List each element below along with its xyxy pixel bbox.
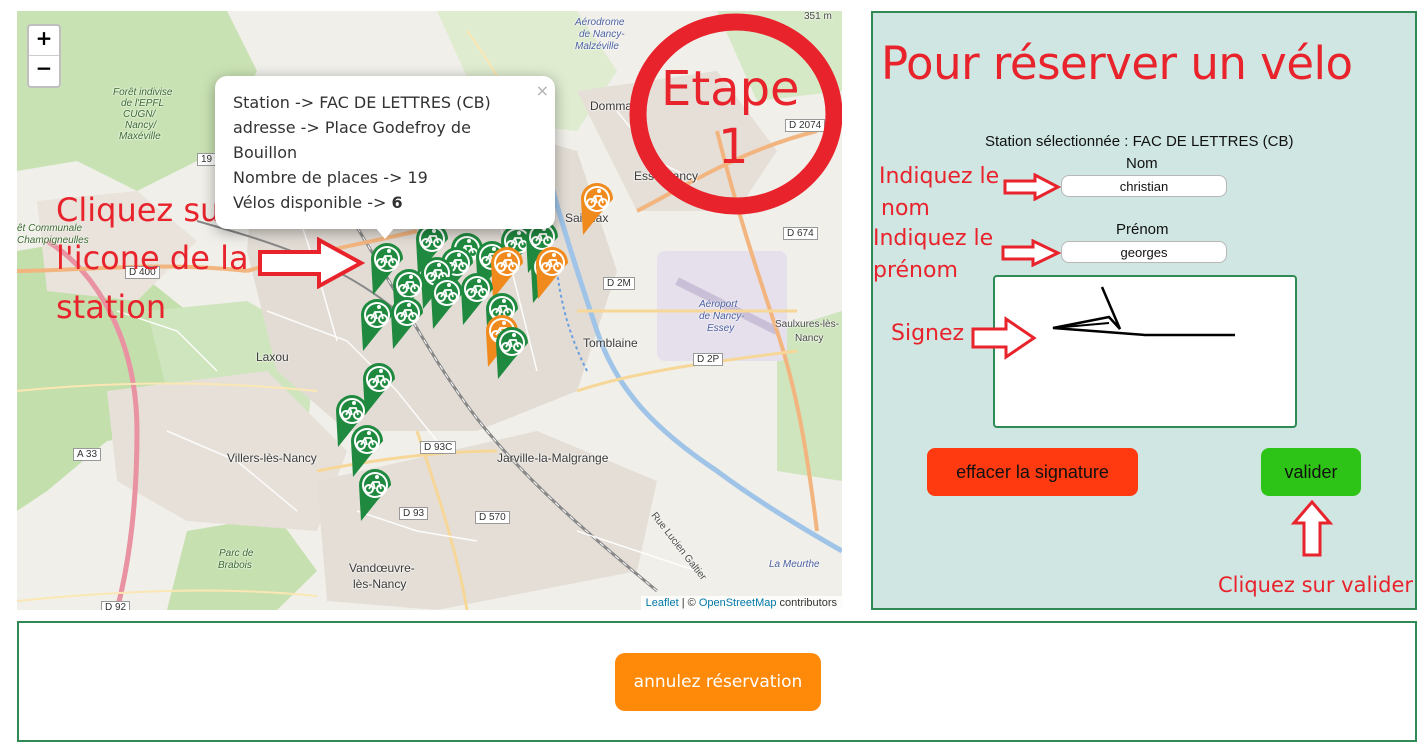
- station-marker-icon[interactable]: [387, 293, 427, 351]
- station-marker-empty-icon[interactable]: [532, 243, 572, 301]
- panel-title: Pour réserver un vélo: [881, 37, 1353, 90]
- place-label-vandoeuvre-2: lès-Nancy: [353, 577, 407, 591]
- popup-places-line: Nombre de places -> 19: [233, 168, 428, 187]
- place-label-saulxures-2: Nancy: [795, 333, 824, 344]
- zoom-in-button[interactable]: +: [29, 26, 59, 56]
- reservation-panel: Pour réserver un vélo Station sélectionn…: [871, 11, 1417, 610]
- place-label-parc-2: Brabois: [218, 560, 252, 571]
- validate-button[interactable]: valider: [1261, 448, 1361, 496]
- arrow-right-icon: [971, 316, 1037, 360]
- popup-bikes-line: Vélos disponible -> 6: [233, 190, 537, 215]
- arrow-right-icon: [258, 237, 365, 289]
- place-label-foret-3: CUGN/: [123, 109, 156, 120]
- popup-tip: [375, 227, 395, 239]
- road-label-d570: D 570: [475, 511, 510, 524]
- place-label-foret-5: Maxéville: [119, 131, 161, 142]
- reservation-footer: annulez réservation: [17, 621, 1417, 742]
- place-label-tomblaine: Tomblaine: [583, 336, 638, 350]
- place-label-aeroport-1: Aéroport: [699, 299, 738, 310]
- place-label-laxou: Laxou: [256, 350, 289, 364]
- attribution-separator: | ©: [678, 597, 699, 609]
- place-label-aerodrome-2: de Nancy-: [579, 29, 625, 40]
- arrow-up-icon: [1290, 499, 1334, 557]
- signature-canvas[interactable]: [993, 275, 1297, 428]
- place-label-foret-4: Nancy/: [125, 120, 157, 131]
- place-label-aerodrome-1: Aérodrome: [575, 17, 625, 28]
- road-label-a33: A 33: [73, 448, 102, 461]
- leaflet-link[interactable]: Leaflet: [646, 597, 679, 609]
- map-attribution: Leaflet | © OpenStreetMap contributors: [640, 596, 842, 610]
- instruction-sign: Signez: [891, 321, 965, 346]
- arrow-right-icon: [1001, 239, 1061, 267]
- popup-close-button[interactable]: ×: [536, 78, 549, 103]
- etape-number: 1: [718, 119, 749, 175]
- road-label-d2p: D 2P: [693, 353, 724, 366]
- popup-station-line: Station -> FAC DE LETTRES (CB): [233, 93, 491, 112]
- nom-input[interactable]: [1061, 175, 1227, 197]
- place-label-aeroport-2: de Nancy-: [699, 311, 745, 322]
- road-label-19: 19: [197, 153, 217, 166]
- station-marker-icon[interactable]: [492, 323, 532, 381]
- signature-stroke: [1052, 286, 1235, 337]
- osm-link[interactable]: OpenStreetMap: [699, 597, 777, 609]
- road-label-d2m: D 2M: [603, 277, 635, 290]
- prenom-input[interactable]: [1061, 241, 1227, 263]
- arrow-right-icon: [1003, 173, 1061, 201]
- clear-signature-button[interactable]: effacer la signature: [927, 448, 1138, 496]
- prenom-label: Prénom: [1116, 221, 1169, 238]
- road-label-d93c: D 93C: [420, 441, 457, 454]
- station-map[interactable]: Laxou Villers-lès-Nancy Vandœuvre- lès-N…: [17, 11, 842, 610]
- popup-bikes-value: 6: [391, 193, 403, 212]
- instruction-nom-line-2: nom: [881, 196, 930, 221]
- place-label-parc-1: Parc de: [219, 548, 254, 559]
- place-label-jarville: Jarville-la-Malgrange: [497, 451, 609, 465]
- place-label-aerodrome-3: Malzéville: [575, 41, 619, 52]
- station-marker-icon[interactable]: [355, 465, 395, 523]
- attribution-contributors: contributors: [776, 597, 837, 609]
- instruction-click-line-2: l'icone de la: [56, 239, 249, 277]
- place-label-aeroport-3: Essey: [707, 323, 735, 334]
- nom-label: Nom: [1126, 155, 1158, 172]
- selected-station: Station sélectionnée : FAC DE LETTRES (C…: [985, 133, 1294, 150]
- instruction-validate: Cliquez sur valider: [1218, 573, 1413, 597]
- station-popup: × Station -> FAC DE LETTRES (CB) adresse…: [215, 76, 555, 229]
- instruction-click-line-1: Cliquez sur: [56, 191, 234, 229]
- zoom-control: + −: [27, 24, 61, 88]
- place-label-vandoeuvre-1: Vandœuvre-: [349, 561, 415, 575]
- station-marker-empty-icon[interactable]: [577, 179, 617, 237]
- place-label-foret-1: Forêt indivise: [113, 87, 173, 98]
- cancel-reservation-button[interactable]: annulez réservation: [615, 653, 821, 711]
- instruction-prenom-line-1: Indiquez le: [873, 226, 994, 251]
- place-label-foret-2: de l'EPFL: [121, 98, 165, 109]
- etape-word: Etape: [661, 61, 800, 117]
- place-label-villers: Villers-lès-Nancy: [227, 451, 317, 465]
- zoom-out-button[interactable]: −: [29, 56, 59, 86]
- instruction-prenom-line-2: prénom: [873, 258, 958, 283]
- popup-address-line: adresse -> Place Godefroy de Bouillon: [233, 118, 471, 162]
- road-label-d92: D 92: [101, 601, 131, 610]
- road-label-d674: D 674: [783, 227, 818, 240]
- popup-bikes-prefix: Vélos disponible ->: [233, 193, 392, 212]
- instruction-nom-line-1: Indiquez le: [879, 164, 1000, 189]
- place-label-saulxures-1: Saulxures-lès-: [775, 319, 839, 330]
- road-label-d93: D 93: [399, 507, 429, 520]
- instruction-click-line-3: station: [56, 288, 167, 326]
- river-label-meurthe: La Meurthe: [769, 559, 820, 570]
